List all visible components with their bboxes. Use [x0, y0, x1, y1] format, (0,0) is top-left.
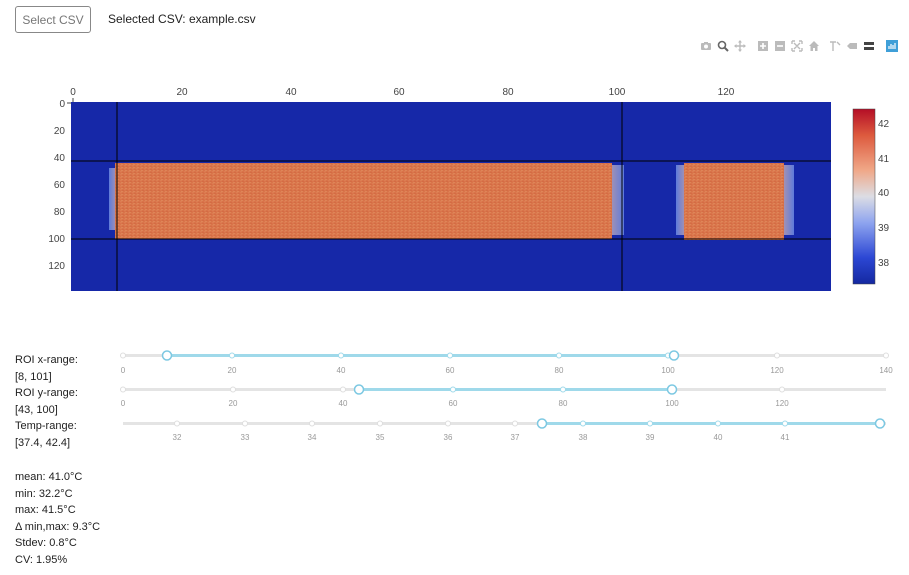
colorbar-tick-38: 38	[878, 258, 890, 269]
temp-tick-37: 37	[511, 433, 520, 442]
stat-cv: CV: 1.95%	[15, 553, 68, 566]
temp-tick-40: 40	[714, 433, 723, 442]
roi-y-tick-80: 80	[559, 399, 568, 408]
y-tick-60: 60	[54, 180, 66, 191]
colorbar-tick-41: 41	[878, 154, 890, 165]
x-tick-60: 60	[393, 87, 405, 98]
roi-y-value: [43, 100]	[15, 403, 58, 416]
roi-x-tick-140: 140	[879, 366, 893, 375]
temp-tick-36: 36	[444, 433, 453, 442]
roi-x-handle-min[interactable]	[161, 350, 173, 361]
y-tick-20: 20	[54, 126, 66, 137]
stat-stdev: Stdev: 0.8°C	[15, 537, 77, 549]
x-tick-40: 40	[285, 87, 297, 98]
roi-x-handle-max[interactable]	[668, 350, 680, 361]
temp-tick-38: 38	[579, 433, 588, 442]
temp-tick-33: 33	[241, 433, 250, 442]
y-tick-40: 40	[54, 153, 66, 164]
roi-y-tick-60: 60	[449, 399, 458, 408]
roi-x-label: ROI x-range:	[15, 354, 78, 366]
stat-min: min: 32.2°C	[15, 487, 73, 500]
roi-y-tick-0: 0	[121, 399, 126, 408]
roi-y-label-block: ROI y-range: [43, 100]	[15, 385, 78, 418]
y-tick-120: 120	[48, 261, 65, 272]
hot-region-1	[115, 163, 612, 239]
heatmap-plot[interactable]: 0 20 40 60 80 100 120 0 20 40 60 80 100 …	[0, 0, 909, 300]
temp-label: Temp-range:	[15, 420, 77, 432]
temp-handle-max[interactable]	[874, 418, 886, 429]
colorbar-tick-42: 42	[878, 119, 890, 130]
stats-block: mean: 41.0°C min: 32.2°C max: 41.5°C Δ m…	[15, 469, 100, 568]
temp-tick-41: 41	[781, 433, 790, 442]
colorbar-tick-40: 40	[878, 188, 890, 199]
x-tick-120: 120	[718, 87, 735, 98]
range-sliders: 0 20 40 60 80 100 120 140 0 20 40 60 80 …	[120, 350, 893, 442]
roi-x-tick-0: 0	[121, 366, 126, 375]
roi-x-tick-40: 40	[337, 366, 346, 375]
x-tick-20: 20	[176, 87, 188, 98]
roi-x-value: [8, 101]	[15, 370, 52, 383]
x-tick-100: 100	[609, 87, 626, 98]
roi-x-label-block: ROI x-range: [8, 101]	[15, 352, 78, 385]
stat-delta: Δ min,max: 9.3°C	[15, 520, 101, 533]
roi-y-tick-100: 100	[665, 399, 679, 408]
temp-tick-39: 39	[646, 433, 655, 442]
colorbar	[852, 108, 876, 285]
roi-x-tick-80: 80	[555, 366, 564, 375]
y-tick-80: 80	[54, 207, 66, 218]
roi-y-label: ROI y-range:	[15, 387, 78, 399]
roi-y-tick-20: 20	[229, 399, 238, 408]
y-tick-0: 0	[59, 99, 65, 110]
roi-x-tick-20: 20	[228, 366, 237, 375]
temp-label-block: Temp-range: [37.4, 42.4]	[15, 418, 77, 451]
y-tick-100: 100	[48, 234, 65, 245]
hot-region-2	[684, 163, 784, 240]
x-tick-0: 0	[70, 87, 76, 98]
roi-x-tick-120: 120	[770, 366, 784, 375]
temp-tick-35: 35	[376, 433, 385, 442]
roi-y-handle-min[interactable]	[353, 384, 365, 395]
roi-y-tick-40: 40	[339, 399, 348, 408]
stat-mean: mean: 41.0°C	[15, 471, 83, 483]
roi-y-handle-max[interactable]	[666, 384, 678, 395]
stat-max: max: 41.5°C	[15, 504, 76, 516]
temp-tick-34: 34	[308, 433, 317, 442]
colorbar-tick-39: 39	[878, 223, 890, 234]
temp-handle-min[interactable]	[536, 418, 548, 429]
x-tick-80: 80	[502, 87, 514, 98]
roi-x-tick-100: 100	[661, 366, 675, 375]
temp-value: [37.4, 42.4]	[15, 436, 71, 449]
roi-x-tick-60: 60	[446, 366, 455, 375]
roi-y-tick-120: 120	[775, 399, 789, 408]
temp-tick-32: 32	[173, 433, 182, 442]
